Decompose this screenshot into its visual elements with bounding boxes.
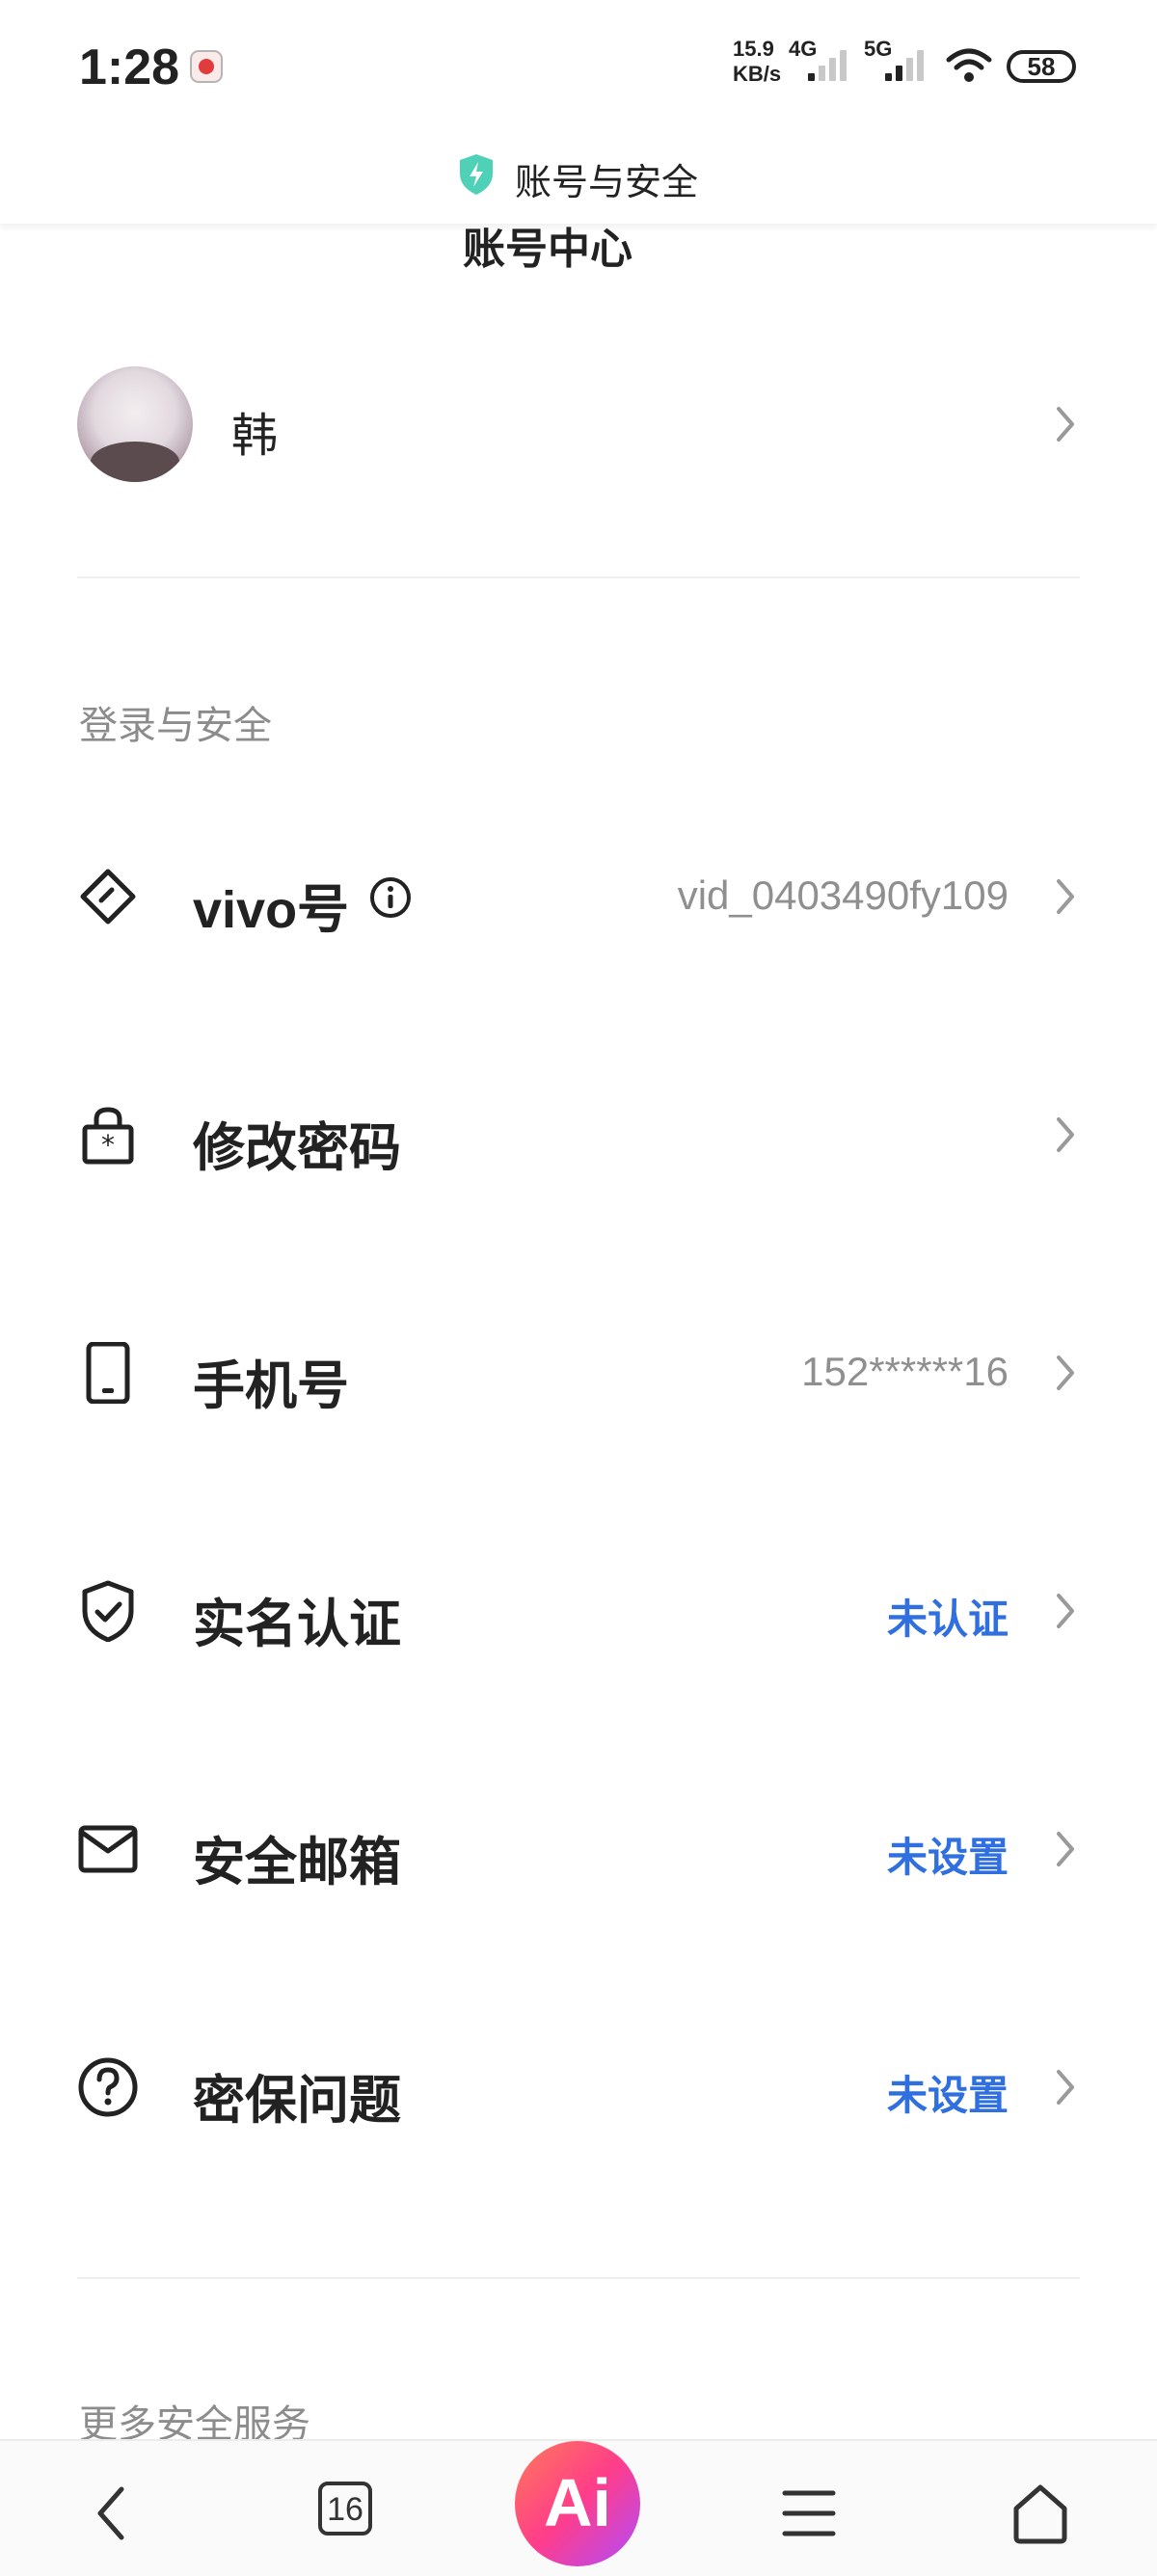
status-bar: 1:28 15.9 KB/s 4G 5G 58	[0, 0, 1157, 135]
row-phone-number[interactable]: 手机号 152******16	[0, 1301, 1157, 1445]
battery-indicator: 58	[1007, 50, 1076, 83]
network-speed-unit: KB/s	[733, 62, 782, 86]
page-title: 账号与安全	[515, 163, 699, 203]
phone-icon	[86, 1342, 130, 1404]
chevron-right-icon	[1057, 1832, 1074, 1866]
row-value: 152******16	[801, 1349, 1009, 1394]
question-icon	[78, 2057, 138, 2117]
svg-text:*: *	[101, 1129, 115, 1161]
notification-app-icon	[190, 50, 223, 83]
vivo-id-icon	[80, 869, 136, 925]
shield-lightning-icon	[460, 154, 493, 195]
section-divider	[77, 577, 1080, 578]
chevron-right-icon	[1057, 407, 1074, 442]
row-security-questions[interactable]: 密保问题 未设置	[0, 2015, 1157, 2160]
title-bar: 账号与安全	[0, 135, 1157, 224]
email-status: 未设置	[886, 1835, 1009, 1880]
row-label: 手机号	[193, 1357, 349, 1415]
home-icon[interactable]	[1007, 2480, 1074, 2547]
row-label: 密保问题	[193, 2072, 401, 2130]
section-label-login-security: 登录与安全	[79, 705, 272, 747]
network-speed-value: 15.9	[733, 37, 774, 61]
mail-icon	[78, 1825, 138, 1873]
network-speed: 15.9 KB/s	[733, 37, 781, 87]
shield-check-icon	[82, 1580, 134, 1642]
section-divider	[77, 2277, 1080, 2279]
security-question-status: 未设置	[886, 2073, 1009, 2118]
verification-status: 未认证	[886, 1597, 1009, 1642]
row-label: 实名认证	[193, 1596, 401, 1653]
row-vivo-id[interactable]: vivo号 vid_0403490fy109	[0, 824, 1157, 969]
profile-row[interactable]: 韩	[0, 347, 1157, 501]
chevron-right-icon	[1057, 1117, 1074, 1152]
wifi-icon	[946, 48, 992, 82]
menu-icon[interactable]	[775, 2480, 843, 2547]
ai-assistant-button[interactable]: Ai	[515, 2441, 640, 2566]
row-change-password[interactable]: * 修改密码	[0, 1062, 1157, 1207]
chevron-right-icon	[1057, 1355, 1074, 1390]
profile-name: 韩	[231, 411, 279, 462]
chevron-right-icon	[1057, 2070, 1074, 2105]
sim1-signal-icon	[808, 48, 852, 81]
row-label: 修改密码	[193, 1119, 401, 1177]
back-icon[interactable]	[79, 2480, 147, 2547]
chevron-right-icon	[1057, 879, 1074, 914]
tabs-count-button[interactable]: 16	[318, 2482, 372, 2536]
status-time: 1:28	[79, 40, 180, 95]
row-security-email[interactable]: 安全邮箱 未设置	[0, 1777, 1157, 1921]
row-real-name-verification[interactable]: 实名认证 未认证	[0, 1539, 1157, 1683]
row-label: vivo号	[193, 881, 350, 939]
info-icon[interactable]	[368, 875, 413, 920]
avatar	[77, 366, 193, 482]
row-label: 安全邮箱	[193, 1834, 401, 1892]
row-value: vid_0403490fy109	[677, 872, 1009, 918]
sim2-signal-icon	[885, 48, 929, 81]
lock-icon: *	[82, 1107, 134, 1165]
chevron-right-icon	[1057, 1594, 1074, 1628]
